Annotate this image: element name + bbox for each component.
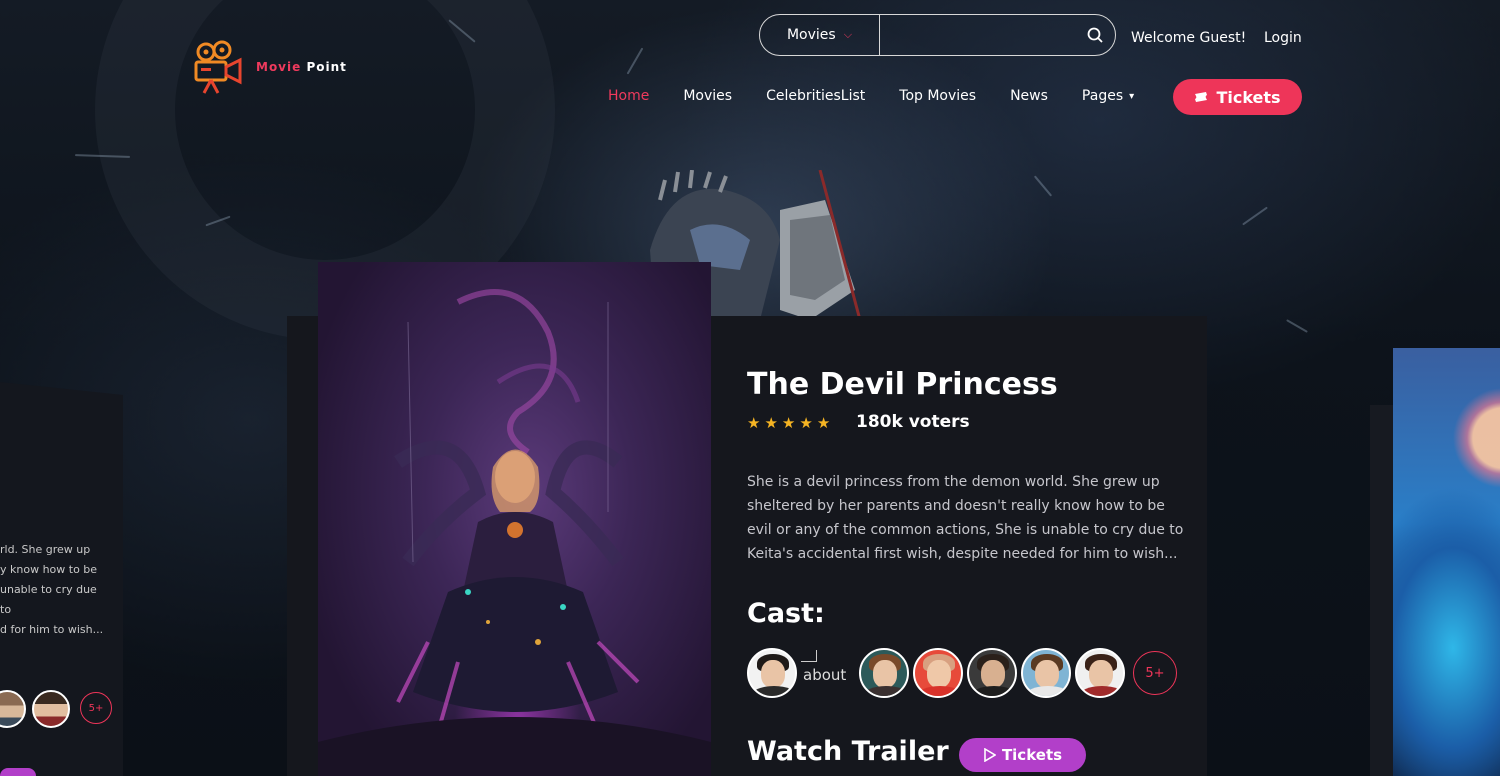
- avatar: [32, 690, 70, 728]
- logo-text-second: Point: [301, 60, 347, 74]
- feather-streak: [1242, 206, 1268, 226]
- search-category-label: Movies: [786, 27, 836, 43]
- movie-poster[interactable]: [318, 262, 711, 776]
- nav-item-movies[interactable]: Movies: [683, 88, 732, 104]
- watch-trailer-heading: Watch Trailer: [747, 736, 949, 767]
- voters-count: 180k voters: [856, 412, 970, 432]
- search-icon: [1087, 27, 1103, 43]
- star-icon: ★: [799, 414, 813, 432]
- search-bar: Movies ⌵: [759, 14, 1116, 56]
- cast-avatar[interactable]: [1075, 648, 1125, 698]
- star-icon: ★: [816, 414, 831, 432]
- cast-more-badge[interactable]: 5+: [1133, 651, 1177, 695]
- broken-image-alt-text: about: [803, 666, 847, 684]
- ticket-icon: [1195, 92, 1208, 102]
- side-card-button[interactable]: [0, 768, 36, 776]
- search-category-select[interactable]: Movies ⌵: [760, 15, 880, 55]
- star-icon: ★: [764, 414, 778, 432]
- movie-title: The Devil Princess: [747, 367, 1058, 402]
- cast-more-badge[interactable]: 5+: [80, 692, 112, 724]
- nav-pages-label: Pages: [1081, 88, 1124, 104]
- login-link[interactable]: Login: [1264, 30, 1302, 46]
- logo[interactable]: Movie Point: [192, 40, 347, 94]
- nav-item-pages[interactable]: Pages ▾: [1082, 88, 1134, 104]
- search-input[interactable]: [880, 15, 1075, 55]
- chevron-down-icon: ⌵: [843, 28, 853, 41]
- nav-item-celebrities[interactable]: CelebritiesList: [766, 88, 865, 104]
- star-icon: ★: [747, 414, 761, 432]
- avatar: [0, 690, 26, 728]
- feather-streak: [1033, 175, 1053, 197]
- nav-item-home[interactable]: Home: [608, 88, 649, 104]
- trailer-tickets-button[interactable]: Tickets: [959, 738, 1086, 772]
- side-poster-right[interactable]: [1393, 348, 1500, 776]
- devil-princess-artwork: [318, 289, 711, 776]
- tickets-button-label: Tickets: [1216, 87, 1281, 107]
- side-card-description: rld. She grew up y know how to be unable…: [0, 543, 104, 636]
- camera-logo-icon: [194, 40, 242, 94]
- logo-text-first: Movie: [256, 60, 302, 74]
- cast-heading: Cast:: [747, 598, 825, 629]
- search-button[interactable]: [1075, 27, 1115, 43]
- feather-streak: [626, 47, 644, 75]
- side-card-cast: 5+: [0, 690, 112, 728]
- nav-item-top-movies[interactable]: Top Movies: [899, 88, 976, 104]
- cast-avatar[interactable]: [747, 648, 797, 698]
- cast-list: about 5+: [747, 648, 1177, 698]
- cast-avatar[interactable]: [913, 648, 963, 698]
- movie-description: She is a devil princess from the demon w…: [747, 474, 1184, 562]
- nav-item-news[interactable]: News: [1010, 88, 1048, 104]
- tickets-button[interactable]: Tickets: [1173, 79, 1302, 115]
- logo-text: Movie Point: [256, 60, 347, 74]
- feather-streak: [1286, 319, 1308, 333]
- star-icon: ★: [781, 414, 796, 432]
- cast-avatar[interactable]: [1021, 648, 1071, 698]
- rating-stars: ★ ★ ★ ★ ★: [747, 414, 830, 432]
- broken-image-icon: [801, 650, 817, 662]
- play-icon: [984, 748, 996, 762]
- cast-avatar[interactable]: [967, 648, 1017, 698]
- cast-avatar[interactable]: [859, 648, 909, 698]
- broken-image-placeholder[interactable]: about: [801, 648, 855, 698]
- trailer-button-label: Tickets: [1001, 746, 1063, 764]
- chevron-down-icon: ▾: [1129, 90, 1135, 102]
- welcome-text: Welcome Guest!: [1131, 30, 1247, 46]
- main-nav: Home Movies CelebritiesList Top Movies N…: [608, 88, 1168, 104]
